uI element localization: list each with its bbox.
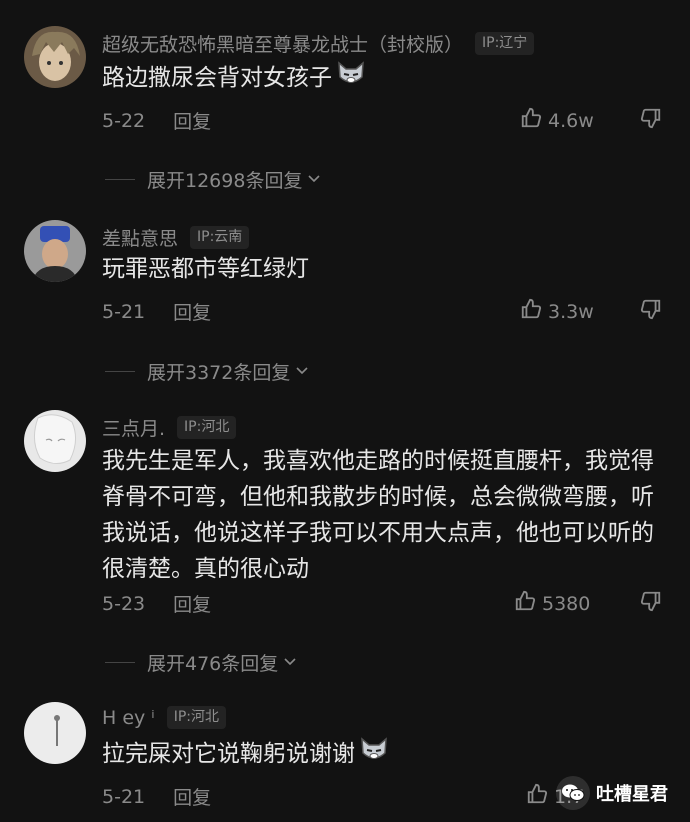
comment-date: 5-21 <box>102 785 146 808</box>
thumb-up-icon <box>514 590 536 617</box>
comment-meta: 5-21 回复 <box>102 298 211 325</box>
comment-text-content: 路边撒尿会背对女孩子 <box>102 65 332 91</box>
divider-line <box>105 179 135 180</box>
thumb-down-icon <box>640 591 662 616</box>
username[interactable]: 三点月. <box>102 414 165 441</box>
watermark: 吐槽星君 <box>556 776 668 810</box>
dislike-button[interactable] <box>640 590 662 616</box>
ip-badge: IP:云南 <box>190 226 250 249</box>
comment-date: 5-21 <box>102 300 146 323</box>
avatar[interactable] <box>24 220 86 282</box>
expand-replies[interactable]: 展开476条回复 <box>105 649 298 676</box>
like-count: 5380 <box>542 592 591 615</box>
comment-text: 玩罪恶都市等红绿灯 <box>102 251 662 287</box>
comment-meta: 5-23 回复 <box>102 590 211 617</box>
dislike-button[interactable] <box>640 298 662 324</box>
username[interactable]: 超级无敌恐怖黑暗至尊暴龙战士（封校版） <box>102 30 463 57</box>
wolf-emoji-icon <box>336 59 366 98</box>
expand-replies-label: 展开12698条回复 <box>147 170 303 192</box>
comment-meta: 5-22 回复 <box>102 107 211 134</box>
divider-line <box>105 662 135 663</box>
chevron-down-icon <box>294 361 310 383</box>
comment-text-content: 我先生是军人，我喜欢他走路的时候挺直腰杆，我觉得脊骨不可弯，但他和我散步的时候，… <box>102 448 654 582</box>
comment-meta: 5-21 回复 <box>102 783 211 810</box>
comment-date: 5-23 <box>102 592 146 615</box>
reply-button[interactable]: 回复 <box>173 298 211 325</box>
username[interactable]: H ey ⁱ <box>102 707 155 729</box>
comment-date: 5-22 <box>102 109 146 132</box>
chevron-down-icon <box>282 652 298 674</box>
expand-replies-label: 展开476条回复 <box>147 653 279 675</box>
reply-button[interactable]: 回复 <box>173 783 211 810</box>
like-button[interactable]: 3.3w <box>520 298 594 325</box>
like-button[interactable]: 4.6w <box>520 107 594 134</box>
thumb-up-icon <box>526 783 548 810</box>
reply-button[interactable]: 回复 <box>173 590 211 617</box>
thumb-down-icon <box>640 108 662 133</box>
dislike-button[interactable] <box>640 107 662 133</box>
comment-text: 拉完屎对它说鞠躬说谢谢 <box>102 735 662 774</box>
watermark-text: 吐槽星君 <box>596 784 668 805</box>
chevron-down-icon <box>306 169 322 191</box>
avatar[interactable] <box>24 702 86 764</box>
username-row: 三点月. IP:河北 <box>102 414 237 441</box>
avatar[interactable] <box>24 410 86 472</box>
expand-replies-label: 展开3372条回复 <box>147 362 291 384</box>
username-row: 超级无敌恐怖黑暗至尊暴龙战士（封校版） IP:辽宁 <box>102 30 535 57</box>
thumb-up-icon <box>520 107 542 134</box>
username-row: 差點意思 IP:云南 <box>102 224 250 251</box>
comment-text-content: 拉完屎对它说鞠躬说谢谢 <box>102 741 355 767</box>
thumb-down-icon <box>640 299 662 324</box>
like-count: 3.3w <box>548 300 594 323</box>
comment-text: 路边撒尿会背对女孩子 <box>102 59 662 98</box>
thumb-up-icon <box>520 298 542 325</box>
expand-replies[interactable]: 展开3372条回复 <box>105 358 310 385</box>
ip-badge: IP:辽宁 <box>475 32 535 55</box>
ip-badge: IP:河北 <box>166 706 226 729</box>
like-count: 4.6w <box>548 109 594 132</box>
wolf-emoji-icon <box>359 735 389 774</box>
avatar[interactable] <box>24 26 86 88</box>
comment-text: 我先生是军人，我喜欢他走路的时候挺直腰杆，我觉得脊骨不可弯，但他和我散步的时候，… <box>102 443 662 587</box>
wechat-icon <box>556 776 590 810</box>
username-row: H ey ⁱ IP:河北 <box>102 706 226 729</box>
like-button[interactable]: 5380 <box>514 590 590 617</box>
reply-button[interactable]: 回复 <box>173 107 211 134</box>
comment-feed: 超级无敌恐怖黑暗至尊暴龙战士（封校版） IP:辽宁 路边撒尿会背对女孩子 5-2… <box>0 0 690 822</box>
divider-line <box>105 371 135 372</box>
expand-replies[interactable]: 展开12698条回复 <box>105 166 322 193</box>
comment-text-content: 玩罪恶都市等红绿灯 <box>102 256 309 282</box>
username[interactable]: 差點意思 <box>102 224 178 251</box>
ip-badge: IP:河北 <box>177 416 237 439</box>
